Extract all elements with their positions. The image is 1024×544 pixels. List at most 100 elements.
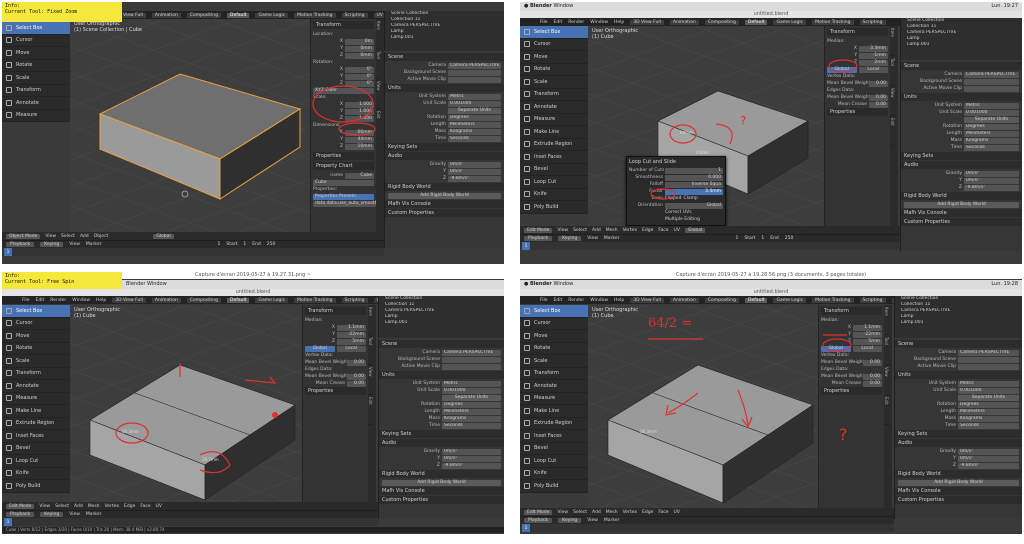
tool-annotate[interactable]: Annotate	[2, 97, 70, 110]
tool-poly-build[interactable]: Poly Build	[520, 201, 588, 214]
timeline-ruler[interactable]: 1	[2, 248, 384, 256]
rotation-z-field[interactable]: 0°	[345, 80, 374, 87]
tool-loop-cut[interactable]: Loop Cut	[520, 176, 588, 189]
outliner[interactable]: Scene Collection Collection 11 Camera PE…	[384, 11, 504, 51]
tool-move[interactable]: Move	[2, 47, 70, 60]
properties-section[interactable]: Properties	[313, 152, 374, 160]
mafh-section[interactable]: Mafh Vis Console	[385, 200, 504, 208]
n-panel-tabs[interactable]: Item Tool View Edit	[890, 26, 898, 226]
workspace-tab[interactable]: Motion Tracking	[294, 12, 336, 18]
dimensions-y-field[interactable]: 44mm	[345, 136, 374, 143]
n-panel-tabs[interactable]: Item Tool View Edit	[376, 19, 384, 232]
viewport-3d[interactable]: User Orthographic (1) Cube 36.3mm 29.7mm	[70, 305, 302, 502]
menu-object[interactable]: Object	[94, 234, 109, 239]
movie-clip-field[interactable]	[448, 76, 501, 83]
tool-select-box[interactable]: Select Box	[2, 22, 70, 35]
mode-select[interactable]: Edit Mode	[524, 227, 553, 233]
separate-units-toggle[interactable]: Separate Units	[448, 107, 501, 114]
viewport-3d[interactable]: User Orthographic (1) Cube 64mm 44mm ? L…	[588, 26, 824, 226]
workspace-tab[interactable]: Animation	[151, 12, 181, 18]
tool-move[interactable]: Move	[520, 51, 588, 64]
timeline-marker[interactable]: Marker	[86, 242, 102, 247]
rotation-mode-select[interactable]: XYZ Euler	[313, 87, 374, 94]
unit-system-select[interactable]: Metric	[448, 93, 501, 100]
falloff-select[interactable]: Inverse Squa	[665, 181, 723, 188]
tool-scale[interactable]: Scale	[520, 76, 588, 89]
scale-x-field[interactable]: 1.000	[345, 101, 374, 108]
orientation-select[interactable]: Global	[665, 202, 723, 209]
camera-field[interactable]: Camera PERSPECTIVE	[448, 62, 501, 69]
tool-cursor[interactable]: Cursor	[2, 35, 70, 47]
workspace-tab-active[interactable]: Default	[227, 12, 250, 18]
operator-title[interactable]: Loop Cut and Slide	[629, 159, 723, 165]
end-frame[interactable]: 250	[267, 242, 276, 247]
audio-section[interactable]: Audio	[385, 152, 504, 160]
tool-knife[interactable]: Knife	[520, 189, 588, 201]
dimensions-z-field[interactable]: 10mm	[345, 143, 374, 150]
tool-cursor[interactable]: Cursor	[520, 39, 588, 51]
keying-menu[interactable]: Keying	[40, 242, 64, 247]
unit-scale-field[interactable]: 0.001000	[448, 100, 501, 107]
tool-measure[interactable]: Measure	[520, 114, 588, 126]
current-frame[interactable]: 1	[217, 242, 220, 247]
menu-view[interactable]: View	[45, 234, 56, 239]
global-toggle[interactable]: Global	[827, 66, 857, 73]
menu-add[interactable]: Add	[80, 234, 89, 239]
tool-measure[interactable]: Measure	[2, 110, 70, 122]
location-x-field[interactable]: 0m	[345, 38, 374, 45]
tool-rotate[interactable]: Rotate	[520, 64, 588, 76]
scale-y-field[interactable]: 1.000	[345, 108, 374, 115]
timeline-view[interactable]: View	[69, 242, 80, 247]
add-rigid-body-button[interactable]: Add Rigid Body World	[388, 192, 501, 199]
factor-field[interactable]: 3.4mm	[665, 188, 723, 195]
scene-section[interactable]: Scene	[385, 53, 504, 61]
mode-select[interactable]: Object Mode	[6, 233, 41, 239]
gravity-x-field[interactable]: 0m/s²	[448, 161, 501, 168]
tool-transform[interactable]: Transform	[520, 89, 588, 101]
units-section[interactable]: Units	[385, 84, 504, 92]
smoothness-field[interactable]: 0.000	[665, 174, 723, 181]
scale-z-field[interactable]: 1.000	[345, 115, 374, 122]
n-panel-tabs[interactable]: Item Tool View Edit	[884, 305, 892, 508]
property-chart-section[interactable]: Property Chart	[313, 162, 374, 170]
rotation-unit-select[interactable]: Degrees	[448, 114, 501, 121]
outliner[interactable]: Scene Collection Collection 11 Camera PE…	[894, 296, 1022, 338]
mass-unit-select[interactable]: Kilograms	[448, 128, 501, 135]
workspace-tab[interactable]: Compositing	[186, 12, 222, 18]
median-z-field[interactable]: 2mm	[859, 59, 888, 66]
tool-annotate[interactable]: Annotate	[520, 101, 588, 114]
tool-make-line[interactable]: Make Line	[520, 126, 588, 139]
location-y-field[interactable]: 0mm	[345, 45, 374, 52]
playback-menu[interactable]: Playback	[6, 242, 35, 247]
workspace-tab[interactable]: Game Logic	[255, 12, 289, 18]
outliner[interactable]: Scene Collection Collection 11 Camera PE…	[900, 18, 1022, 60]
orientation-select[interactable]: Global	[153, 233, 174, 239]
gravity-y-field[interactable]: 0m/s²	[448, 168, 501, 175]
transform-header[interactable]: Transform	[313, 21, 374, 29]
length-unit-select[interactable]: Millimeters	[448, 121, 501, 128]
workspace-tab[interactable]: Scripting	[341, 12, 368, 18]
rotation-y-field[interactable]: 0°	[345, 73, 374, 80]
dimensions-x-field[interactable]: 66mm	[345, 129, 374, 136]
number-of-cuts-field[interactable]: 1	[665, 167, 723, 174]
viewport-3d[interactable]: User Orthographic (1) Cube 64/2 = 36.3mm	[588, 305, 818, 508]
tool-bevel[interactable]: Bevel	[520, 164, 588, 176]
tool-rotate[interactable]: Rotate	[2, 60, 70, 72]
outliner[interactable]: Scene Collection Collection 11 Camera PE…	[378, 296, 504, 338]
median-y-field[interactable]: -1mm	[859, 52, 888, 59]
start-frame[interactable]: 1	[243, 242, 246, 247]
gravity-z-field[interactable]: -9.8m/s²	[448, 175, 501, 182]
tool-scale[interactable]: Scale	[2, 72, 70, 85]
background-scene-field[interactable]	[448, 69, 501, 76]
median-x-field[interactable]: 3.3mm	[859, 45, 888, 52]
local-toggle[interactable]: Local	[858, 66, 888, 73]
viewport-3d[interactable]: User Orthographic (1) Scene Collection |…	[70, 19, 310, 232]
tool-inset[interactable]: Inset Faces	[520, 151, 588, 164]
custom-props-section[interactable]: Custom Properties	[385, 209, 504, 217]
menu-select[interactable]: Select	[61, 234, 75, 239]
time-unit-select[interactable]: Seconds	[448, 135, 501, 142]
location-z-field[interactable]: 0mm	[345, 52, 374, 59]
tool-transform[interactable]: Transform	[2, 85, 70, 97]
rotation-x-field[interactable]: 0°	[345, 66, 374, 73]
tool-select-box[interactable]: Select Box	[520, 26, 588, 39]
